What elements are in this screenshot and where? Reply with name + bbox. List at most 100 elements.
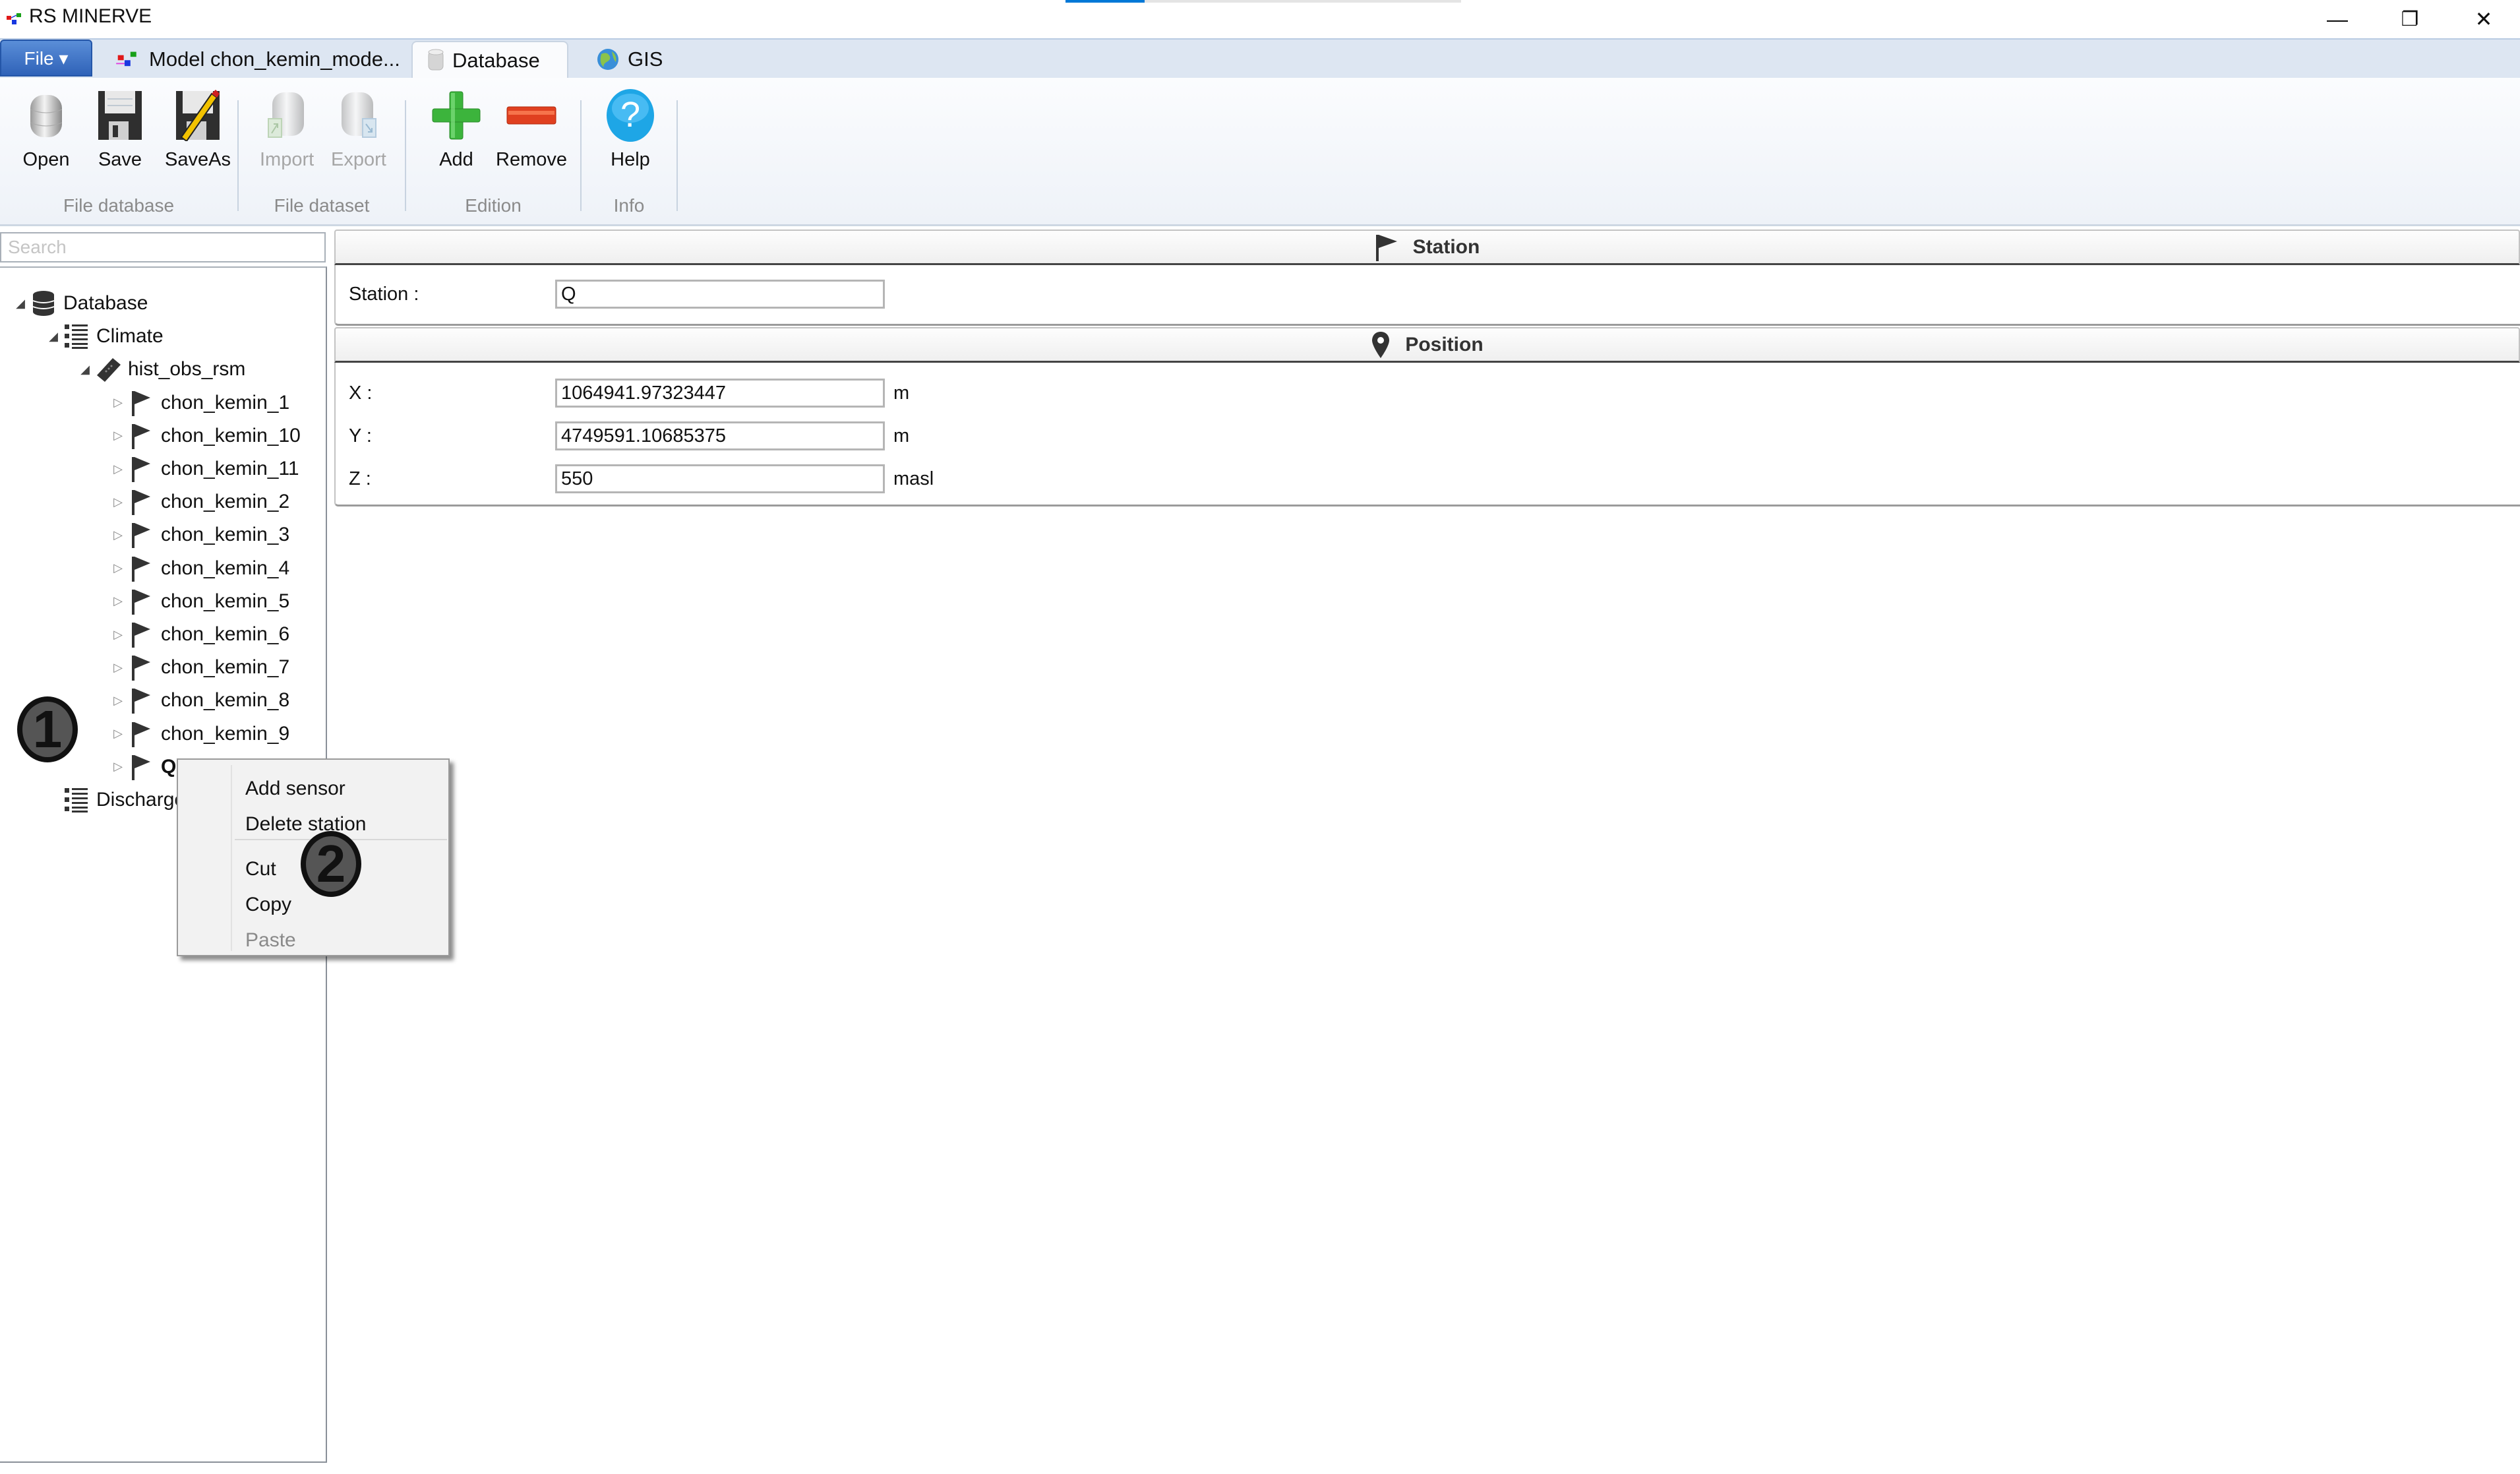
tree-node[interactable]: ▷ chon_kemin_2 (111, 486, 289, 518)
tree-node[interactable]: ▷ chon_kemin_11 (111, 453, 299, 485)
plus-icon (432, 91, 481, 140)
tree-node[interactable]: ◢ Climate (46, 321, 164, 352)
expanded-arrow-icon[interactable]: ◢ (78, 363, 92, 377)
menu-item-paste[interactable]: Paste (182, 923, 444, 958)
tree-node[interactable]: ▷ chon_kemin_9 (111, 718, 289, 750)
tree-node[interactable]: ◢ Database (13, 288, 148, 319)
collapsed-arrow-icon[interactable]: ▷ (111, 462, 125, 476)
collapsed-arrow-icon[interactable]: ▷ (111, 429, 125, 443)
collapsed-arrow-icon[interactable]: ▷ (111, 727, 125, 741)
tree-node-label: chon_kemin_5 (161, 590, 290, 612)
group-label-info: Info (613, 195, 645, 216)
map-pin-icon (1372, 331, 1390, 358)
tree-node-label: chon_kemin_2 (161, 491, 290, 513)
tree-node-label: chon_kemin_9 (161, 722, 290, 745)
menu-item-copy[interactable]: Copy (182, 888, 444, 922)
flag-icon (125, 423, 157, 449)
ribbon-separator (237, 100, 239, 211)
menu-item-add-sensor[interactable]: Add sensor (182, 772, 444, 806)
remove-label: Remove (496, 149, 567, 170)
tab-model-label: Model chon_kemin_mode... (149, 47, 400, 71)
collapsed-arrow-icon[interactable]: ▷ (111, 760, 125, 774)
flag-icon (125, 754, 157, 780)
tree-node-label: chon_kemin_8 (161, 689, 290, 712)
export-button[interactable]: Export (331, 88, 386, 171)
tree-node[interactable]: ▷ chon_kemin_7 (111, 652, 289, 683)
ribbon-separator (580, 100, 582, 211)
tree-node[interactable]: ▷ chon_kemin_4 (111, 553, 289, 584)
file-menu-button[interactable]: File ▾ (0, 40, 92, 77)
collapsed-arrow-icon[interactable]: ▷ (111, 495, 125, 509)
remove-button[interactable]: Remove (496, 88, 567, 171)
tab-model[interactable]: Model chon_kemin_mode... (100, 41, 415, 78)
tree-node-label: chon_kemin_6 (161, 623, 290, 645)
tree-node-label: chon_kemin_1 (161, 391, 290, 414)
z-elevation-input[interactable] (555, 464, 885, 493)
x-field-label: X : (349, 383, 373, 404)
collapsed-arrow-icon[interactable]: ▷ (111, 528, 125, 542)
collapsed-arrow-icon[interactable]: ▷ (111, 396, 125, 410)
minimize-button[interactable]: — (2301, 0, 2374, 38)
tree-node-label: Discharge (96, 789, 186, 811)
group-label-file-database: File database (63, 195, 175, 216)
expanded-arrow-icon[interactable]: ◢ (13, 297, 28, 311)
z-unit: masl (893, 468, 934, 489)
y-unit: m (893, 425, 910, 446)
tree-node[interactable]: ▷ chon_kemin_8 (111, 685, 289, 716)
collapsed-arrow-icon[interactable]: ▷ (111, 561, 125, 575)
tab-gis-label: GIS (628, 47, 663, 71)
title-bar (0, 0, 2520, 38)
tree-node[interactable]: ▷ chon_kemin_10 (111, 420, 301, 452)
svg-text:?: ? (620, 95, 640, 135)
tree-node[interactable]: ▷ Q (107, 749, 177, 784)
position-section-title: Position (1405, 333, 1484, 355)
tree-node[interactable]: ▷ chon_kemin_1 (111, 387, 289, 419)
list-icon (61, 323, 92, 350)
tab-gis[interactable]: GIS (582, 41, 677, 78)
close-button[interactable]: ✕ (2447, 0, 2520, 38)
save-button[interactable]: Save (94, 88, 146, 171)
restore-button[interactable]: ❐ (2374, 0, 2446, 38)
ribbon-separator (405, 100, 406, 211)
tree-node[interactable]: ▷ chon_kemin_5 (111, 586, 289, 617)
station-name-input[interactable] (555, 280, 885, 309)
minus-icon (506, 106, 556, 125)
model-icon (116, 51, 136, 67)
tab-database[interactable]: Database (411, 41, 568, 79)
tree-node[interactable]: ▷ chon_kemin_6 (111, 619, 289, 650)
tree-node-label: Q (161, 755, 177, 778)
add-button[interactable]: Add (430, 88, 483, 171)
tree-node[interactable]: ◢ hist_obs_rsm (78, 353, 245, 385)
collapsed-arrow-icon[interactable]: ▷ (111, 694, 125, 708)
flag-icon (125, 489, 157, 516)
help-button[interactable]: ? Help (604, 88, 657, 171)
callout-badge-1: 1 (17, 696, 78, 762)
station-field-label: Station : (349, 284, 419, 305)
help-icon: ? (607, 89, 654, 142)
group-label-edition: Edition (465, 195, 522, 216)
flag-icon (125, 588, 157, 615)
open-button[interactable]: Open (20, 88, 73, 171)
collapsed-arrow-icon[interactable]: ▷ (111, 661, 125, 675)
collapsed-arrow-icon[interactable]: ▷ (111, 594, 125, 608)
y-coordinate-input[interactable] (555, 421, 885, 450)
import-button[interactable]: Import (260, 88, 314, 171)
database-open-icon (30, 95, 63, 137)
flag-icon (125, 390, 157, 416)
tree-node-label: chon_kemin_11 (161, 458, 299, 479)
collapsed-arrow-icon[interactable]: ▷ (111, 628, 125, 642)
tree-node-label: chon_kemin_3 (161, 524, 290, 546)
tree-node-label: Database (63, 292, 148, 314)
saveas-label: SaveAs (165, 149, 231, 170)
x-coordinate-input[interactable] (555, 379, 885, 408)
save-label: Save (98, 149, 142, 170)
tree-node[interactable]: ▷ chon_kemin_3 (111, 519, 289, 551)
tree-node-label: chon_kemin_4 (161, 557, 290, 579)
search-input[interactable] (0, 232, 326, 262)
saveas-button[interactable]: SaveAs (165, 88, 231, 171)
import-icon (268, 92, 305, 138)
expanded-arrow-icon[interactable]: ◢ (46, 330, 61, 344)
z-field-label: Z : (349, 468, 371, 489)
tree-node[interactable]: Discharge (46, 784, 185, 816)
floppy-save-icon (98, 91, 142, 140)
